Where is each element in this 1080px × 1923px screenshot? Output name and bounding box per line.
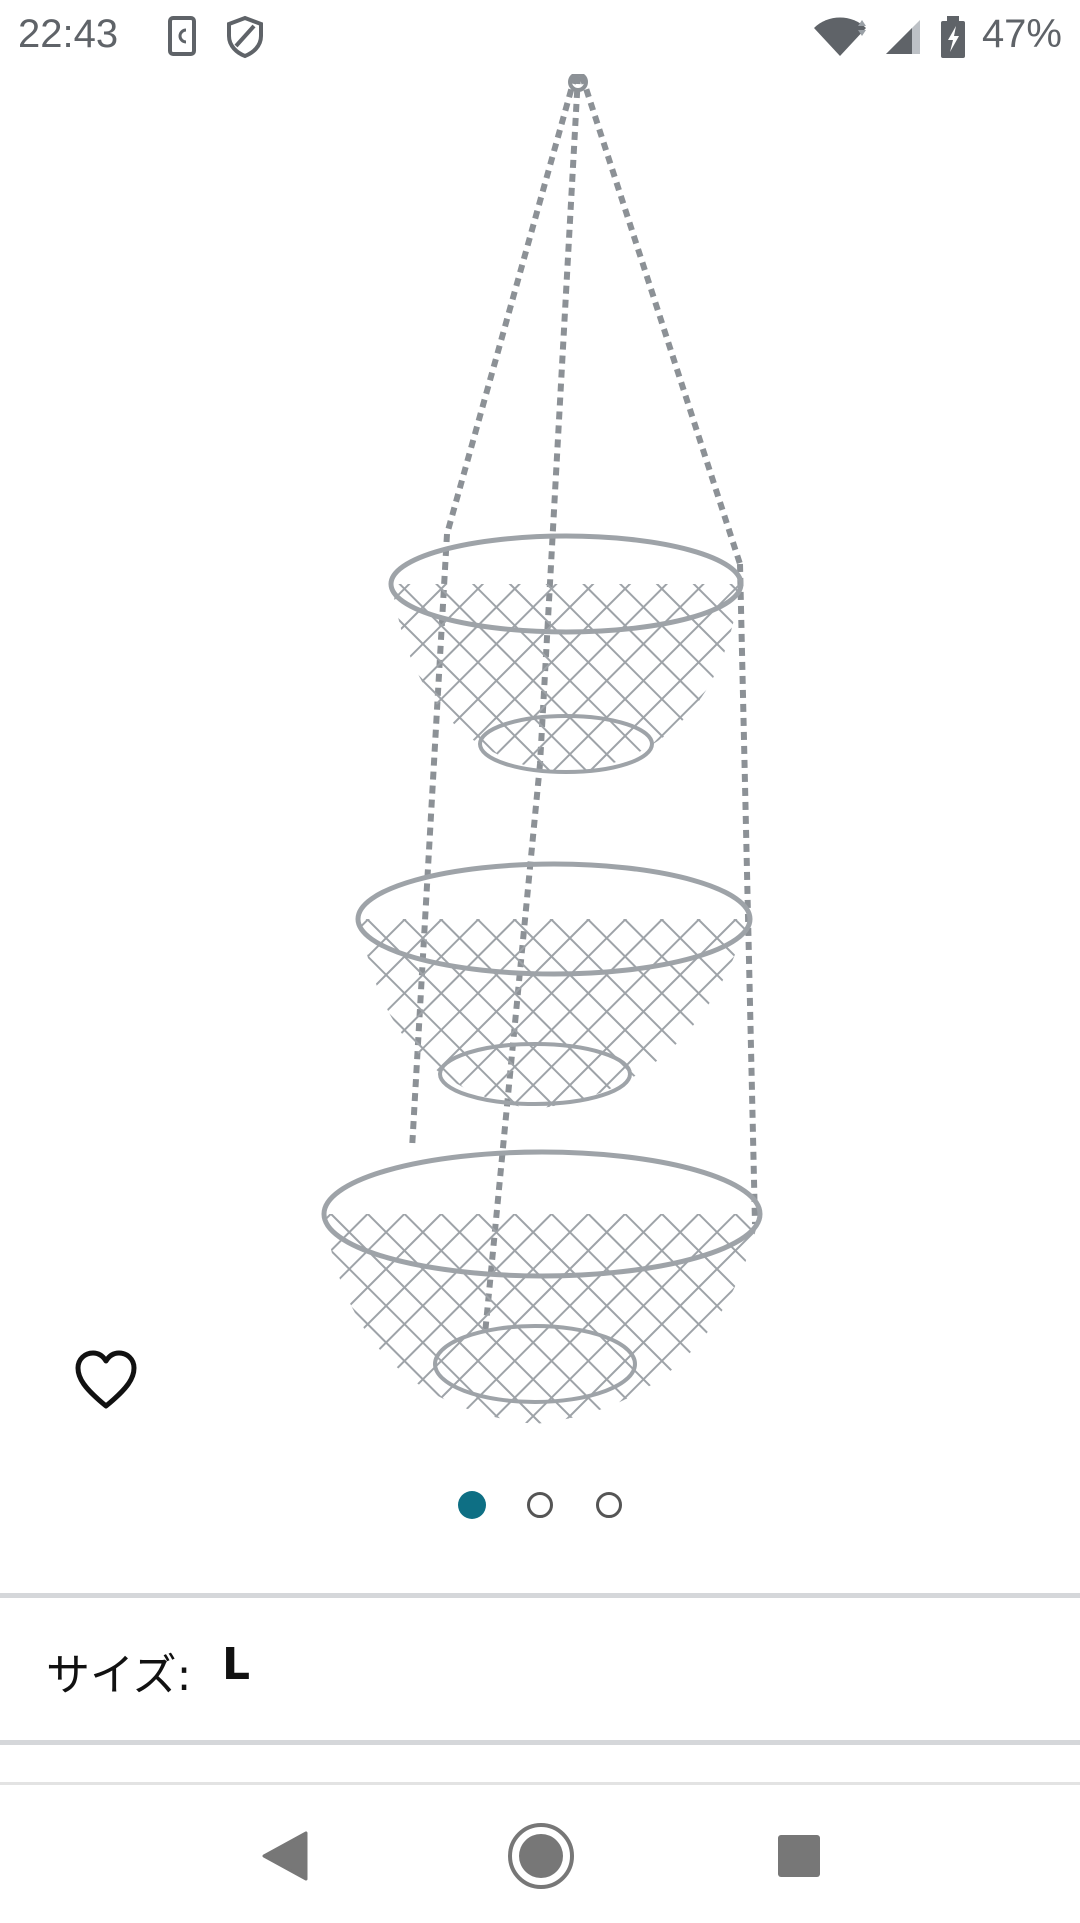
basket-bottom	[321, 1149, 763, 1424]
shield-icon	[222, 14, 268, 60]
hanging-basket-illustration	[321, 74, 763, 1424]
home-button[interactable]	[496, 1811, 586, 1901]
carousel-indicator	[0, 1488, 1080, 1524]
carousel-dot-3[interactable]	[596, 1492, 622, 1518]
back-triangle-icon	[262, 1831, 308, 1881]
favorite-button[interactable]	[74, 1350, 138, 1410]
recents-button[interactable]	[754, 1811, 844, 1901]
size-value: L	[222, 1639, 251, 1690]
size-selector-row[interactable]: サイズ: L	[0, 1595, 1080, 1740]
back-button[interactable]	[238, 1811, 328, 1901]
wifi-icon	[812, 14, 872, 60]
system-navigation-bar	[0, 1782, 1080, 1923]
screenshot-icon	[160, 14, 206, 60]
status-time: 22:43	[18, 12, 119, 56]
size-label: サイズ:	[46, 1650, 192, 1701]
divider-bottom	[0, 1740, 1080, 1745]
home-circle-icon	[508, 1823, 574, 1889]
battery-percent: 47%	[981, 12, 1062, 56]
battery-icon	[938, 14, 968, 60]
product-image[interactable]	[0, 74, 1080, 1444]
recents-square-icon	[778, 1835, 820, 1877]
heart-outline-icon	[75, 1350, 137, 1409]
status-bar: 22:43 47%	[0, 0, 1080, 74]
basket-top	[388, 533, 744, 774]
carousel-dot-1[interactable]	[458, 1491, 486, 1519]
cell-signal-icon	[880, 14, 926, 60]
carousel-dot-2[interactable]	[527, 1492, 553, 1518]
